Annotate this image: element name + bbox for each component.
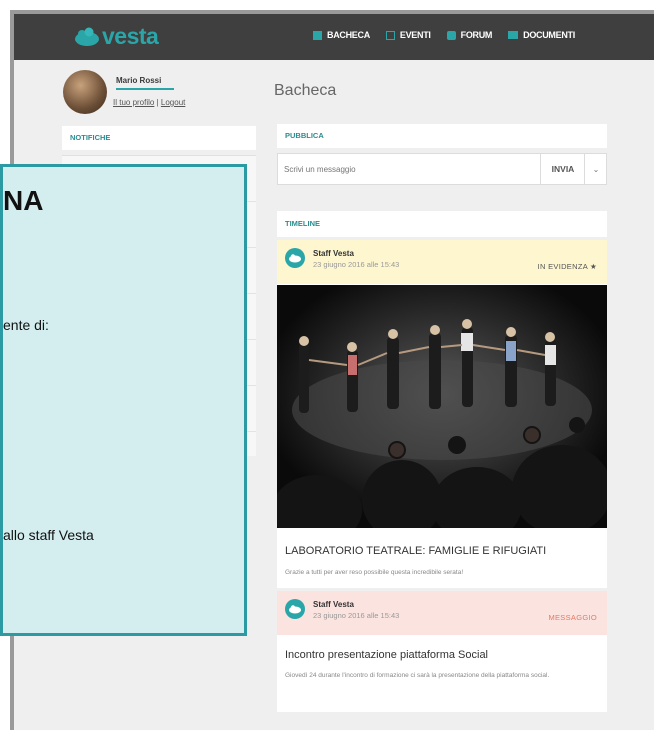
notifications-header: NOTIFICHE	[62, 126, 256, 150]
post-author[interactable]: Staff Vesta	[313, 600, 354, 609]
profile-link[interactable]: Il tuo profilo	[113, 98, 154, 107]
send-button[interactable]: INVIA	[540, 154, 585, 184]
timeline-header: TIMELINE	[277, 211, 607, 237]
nav-documenti[interactable]: DOCUMENTI	[508, 30, 575, 40]
callout-text: allo staff Vesta	[3, 527, 94, 543]
vesta-logo-icon	[285, 248, 305, 268]
theater-photo	[277, 285, 607, 528]
nav-label: EVENTI	[399, 30, 431, 40]
post-text: Grazie a tutti per aver reso possibile q…	[285, 569, 464, 576]
page-title: Bacheca	[274, 82, 337, 99]
compose-box: INVIA ⌄	[277, 153, 607, 185]
profile-name: Mario Rossi	[116, 76, 162, 85]
top-navbar: vesta BACHECA EVENTI FORUM DOCUMENTI	[14, 14, 654, 60]
profile-links: Il tuo profilo | Logout	[113, 98, 185, 107]
post-date: 23 giugno 2016 alle 15:43	[313, 260, 400, 269]
post-date: 23 giugno 2016 alle 15:43	[313, 611, 400, 620]
logo-icon	[75, 27, 99, 46]
main-nav: BACHECA EVENTI FORUM DOCUMENTI	[313, 30, 575, 40]
nav-bacheca[interactable]: BACHECA	[313, 30, 370, 40]
folder-icon	[508, 31, 519, 39]
callout-title: NA	[3, 185, 44, 216]
chat-icon	[446, 30, 456, 40]
post-title[interactable]: LABORATORIO TEATRALE: FAMIGLIE E RIFUGIA…	[285, 545, 546, 557]
dashboard-icon	[313, 30, 322, 40]
post-header: Staff Vesta 23 giugno 2016 alle 15:43 ME…	[277, 591, 607, 635]
callout-box: NA ente di: allo staff Vesta	[0, 164, 247, 636]
avatar[interactable]	[63, 70, 107, 114]
vesta-logo[interactable]: vesta	[74, 23, 159, 50]
calendar-icon	[385, 30, 395, 40]
vesta-logo-icon	[285, 599, 305, 619]
message-input[interactable]	[278, 154, 540, 184]
nav-label: DOCUMENTI	[523, 30, 575, 40]
logout-link[interactable]: Logout	[161, 98, 185, 107]
nav-label: FORUM	[460, 30, 493, 40]
featured-badge: IN EVIDENZA ★	[537, 262, 597, 271]
post-author[interactable]: Staff Vesta	[313, 249, 354, 258]
nav-label: BACHECA	[327, 30, 370, 40]
post-text: Giovedì 24 durante l'incontro di formazi…	[285, 672, 550, 679]
logo-text: vesta	[102, 23, 159, 49]
post-header: Staff Vesta 23 giugno 2016 alle 15:43 IN…	[277, 240, 607, 284]
nav-eventi[interactable]: EVENTI	[385, 30, 431, 40]
message-badge: MESSAGGIO	[548, 613, 597, 622]
callout-text: ente di:	[3, 317, 49, 333]
timeline-post: Staff Vesta 23 giugno 2016 alle 15:43 ME…	[277, 591, 607, 712]
profile-name-underline	[116, 88, 174, 90]
chevron-down-icon[interactable]: ⌄	[584, 154, 607, 184]
nav-forum[interactable]: FORUM	[446, 30, 493, 40]
post-image[interactable]	[277, 285, 607, 528]
publish-header: PUBBLICA	[277, 124, 607, 148]
post-title[interactable]: Incontro presentazione piattaforma Socia…	[285, 649, 488, 661]
